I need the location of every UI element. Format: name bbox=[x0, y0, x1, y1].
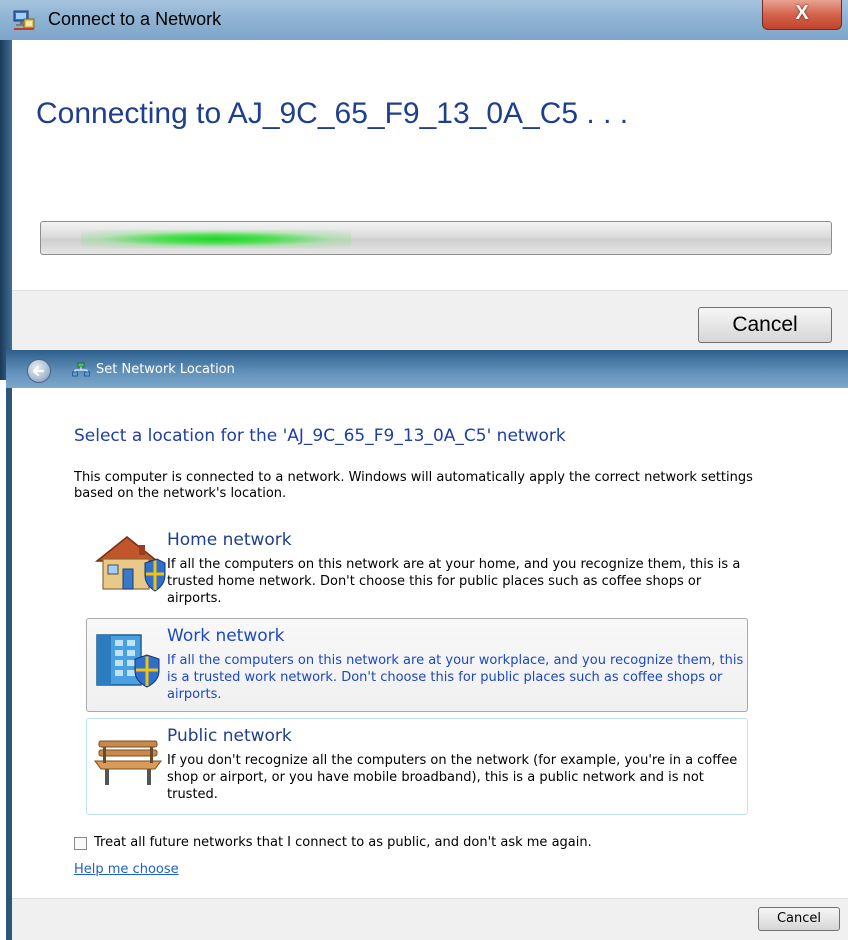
cancel-button[interactable]: Cancel bbox=[698, 307, 832, 343]
close-icon: X bbox=[795, 2, 809, 24]
connecting-heading: Connecting to AJ_9C_65_F9_13_0A_C5 . . . bbox=[36, 97, 629, 130]
cancel-button[interactable]: Cancel bbox=[758, 907, 840, 931]
network-location-icon bbox=[72, 362, 90, 377]
work-network-description: If all the computers on this network are… bbox=[167, 653, 744, 702]
set-network-location-navbar: Set Network Location bbox=[6, 350, 848, 388]
back-arrow-icon bbox=[32, 365, 45, 377]
home-network-description: If all the computers on this network are… bbox=[167, 557, 741, 606]
house-shield-icon bbox=[94, 536, 166, 592]
work-network-option[interactable]: Work network If all the computers on thi… bbox=[86, 618, 748, 712]
connect-dialog-titlebar[interactable]: Connect to a Network X bbox=[0, 0, 848, 40]
public-network-description: If you don't recognize all the computers… bbox=[167, 753, 738, 802]
progress-indicator bbox=[81, 230, 351, 248]
page-description: This computer is connected to a network.… bbox=[74, 470, 753, 501]
close-button[interactable]: X bbox=[762, 0, 842, 30]
work-network-title: Work network bbox=[167, 626, 285, 646]
park-bench-icon bbox=[94, 740, 162, 785]
treat-as-public-label[interactable]: Treat all future networks that I connect… bbox=[94, 835, 592, 850]
set-network-location-title: Set Network Location bbox=[96, 362, 235, 377]
connect-dialog: Connect to a Network X Connecting to AJ_… bbox=[0, 0, 848, 380]
set-network-location-window: Set Network Location Select a location f… bbox=[6, 350, 848, 940]
home-network-title: Home network bbox=[167, 530, 292, 550]
connect-dialog-content: Connecting to AJ_9C_65_F9_13_0A_C5 . . . bbox=[12, 40, 848, 290]
connect-dialog-title: Connect to a Network bbox=[48, 9, 222, 29]
office-building-shield-icon bbox=[96, 634, 160, 688]
back-button[interactable] bbox=[27, 359, 51, 383]
public-network-title: Public network bbox=[167, 726, 292, 746]
page-heading: Select a location for the 'AJ_9C_65_F9_1… bbox=[74, 426, 566, 446]
public-network-option[interactable]: Public network If you don't recognize al… bbox=[86, 718, 748, 815]
window-frame bbox=[6, 388, 12, 940]
help-me-choose-link[interactable]: Help me choose bbox=[74, 862, 179, 877]
connection-progress-bar bbox=[40, 221, 832, 255]
set-network-location-footer: Cancel bbox=[12, 898, 848, 940]
home-network-option[interactable]: Home network If all the computers on thi… bbox=[86, 522, 748, 612]
window-frame bbox=[0, 40, 12, 380]
network-connect-icon bbox=[13, 10, 35, 30]
treat-as-public-checkbox[interactable] bbox=[74, 837, 87, 850]
